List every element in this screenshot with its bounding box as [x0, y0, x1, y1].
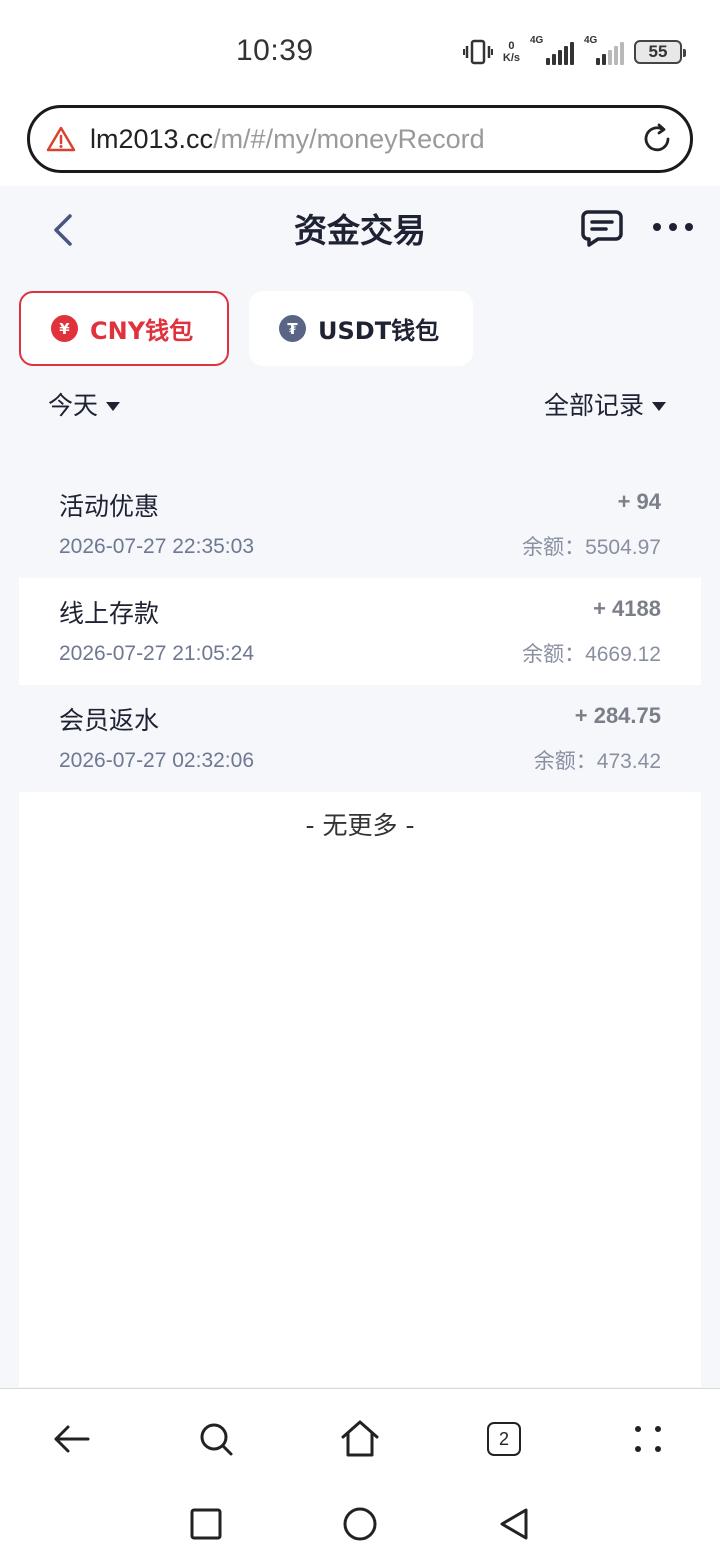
search-icon[interactable] [194, 1417, 238, 1461]
record-time: 2026-07-27 02:32:06 [59, 749, 254, 772]
date-filter-label: 今天 [48, 391, 99, 420]
record-title: 会员返水 [59, 706, 160, 735]
browser-toolbar: 2 [0, 1388, 720, 1488]
chat-icon[interactable] [580, 208, 624, 248]
menu-dots-icon[interactable] [626, 1417, 670, 1461]
tabs-button[interactable]: 2 [482, 1417, 526, 1461]
net-speed-unit: K/s [502, 52, 520, 64]
record-balance: 余额：473.42 [533, 750, 661, 773]
url-host: lm2013.cc [90, 123, 214, 154]
signal-1-icon: 4G [530, 35, 574, 65]
yuan-coin-icon: ¥ [51, 315, 78, 342]
record-title: 线上存款 [59, 599, 160, 628]
battery-level: 55 [648, 42, 668, 61]
record-amount: + 4188 [593, 596, 661, 621]
caret-down-icon [106, 401, 121, 411]
more-icon[interactable] [650, 220, 696, 234]
record-balance: 余额：5504.97 [522, 536, 661, 559]
status-time: 10:39 [236, 34, 314, 67]
tab-usdt-wallet[interactable]: ₮ USDT钱包 [249, 291, 473, 366]
list-end-area: - 无更多 - [19, 792, 701, 1387]
network-speed: 0 K/s [503, 40, 520, 64]
type-filter-dropdown[interactable]: 全部记录 [544, 386, 666, 422]
record-row[interactable]: 活动优惠 2026-07-27 22:35:03 + 94 余额：5504.97 [19, 471, 701, 578]
no-more-text: - 无更多 - [305, 811, 415, 840]
address-bar[interactable]: lm2013.cc/m/#/my/moneyRecord [27, 105, 693, 173]
tether-coin-icon: ₮ [279, 315, 306, 342]
record-balance: 余额：4669.12 [522, 643, 661, 666]
recent-apps-icon[interactable] [186, 1504, 226, 1544]
status-bar: 10:39 0 K/s 4G 4G 55 [0, 0, 720, 100]
record-amount: + 94 [617, 489, 661, 514]
system-nav-bar [0, 1488, 720, 1560]
vibrate-icon [462, 39, 493, 65]
warning-icon[interactable] [46, 125, 76, 153]
record-list: 活动优惠 2026-07-27 22:35:03 + 94 余额：5504.97… [19, 471, 701, 1387]
tab-cny-label: CNY钱包 [90, 317, 194, 345]
url-text[interactable]: lm2013.cc/m/#/my/moneyRecord [90, 124, 640, 155]
home-icon[interactable] [338, 1417, 382, 1461]
record-title: 活动优惠 [59, 492, 160, 521]
type-filter-label: 全部记录 [543, 391, 644, 420]
record-time: 2026-07-27 21:05:24 [59, 642, 254, 665]
net-speed-value: 0 [508, 40, 515, 52]
record-row[interactable]: 线上存款 2026-07-27 21:05:24 + 4188 余额：4669.… [19, 578, 701, 685]
page-content: 资金交易 ¥ CNY钱包 ₮ USDT钱包 今天 全部记录 活动优惠 2026-… [0, 186, 720, 1388]
nav-header: 资金交易 [0, 186, 720, 272]
date-filter-dropdown[interactable]: 今天 [48, 386, 121, 422]
signal-2-icon: 4G [584, 35, 624, 65]
filter-row: 今天 全部记录 [0, 386, 720, 430]
browser-back-icon[interactable] [50, 1417, 94, 1461]
system-back-icon[interactable] [494, 1504, 534, 1544]
tab-count-icon: 2 [487, 1422, 521, 1456]
tab-usdt-label: USDT钱包 [318, 317, 440, 345]
tab-cny-wallet[interactable]: ¥ CNY钱包 [19, 291, 229, 366]
record-row[interactable]: 会员返水 2026-07-27 02:32:06 + 284.75 余额：473… [19, 685, 701, 792]
signal-1-label: 4G [530, 35, 544, 46]
wallet-tabs: ¥ CNY钱包 ₮ USDT钱包 [19, 291, 473, 366]
status-icons: 0 K/s 4G 4G 55 [462, 35, 686, 68]
reload-icon[interactable] [640, 122, 674, 156]
battery-icon: 55 [634, 40, 686, 64]
caret-down-icon [652, 401, 666, 411]
record-amount: + 284.75 [574, 703, 661, 728]
system-home-icon[interactable] [340, 1504, 380, 1544]
url-path: /m/#/my/moneyRecord [213, 123, 485, 154]
record-time: 2026-07-27 22:35:03 [59, 535, 254, 558]
